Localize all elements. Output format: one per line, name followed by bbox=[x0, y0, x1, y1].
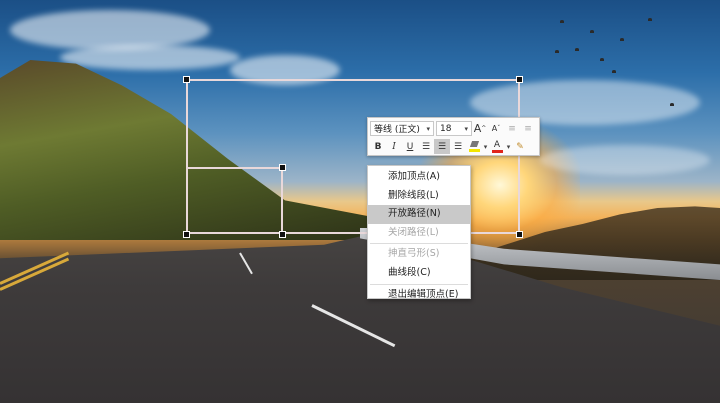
bold-button[interactable]: B bbox=[370, 139, 386, 154]
format-painter-icon[interactable]: ✎ bbox=[512, 139, 528, 154]
bird bbox=[590, 30, 594, 33]
chevron-down-icon: ▾ bbox=[426, 124, 430, 133]
menu-item-add-vertex[interactable]: 添加顶点(A) bbox=[368, 168, 470, 187]
align-right-icon[interactable]: ☰ bbox=[450, 139, 466, 154]
vertex-handle[interactable] bbox=[279, 164, 286, 171]
highlight-pen-icon[interactable] bbox=[466, 139, 482, 154]
bird bbox=[560, 20, 564, 23]
font-size-value: 18 bbox=[440, 123, 452, 134]
bird bbox=[620, 38, 624, 41]
shape-notch-outline[interactable] bbox=[186, 167, 283, 234]
vertex-edit-context-menu: 添加顶点(A) 删除线段(L) 开放路径(N) 关闭路径(L) 抻直弓形(S) … bbox=[367, 165, 471, 300]
cloud bbox=[10, 10, 210, 50]
menu-item-exit-edit-points[interactable]: 退出编辑顶点(E) bbox=[368, 286, 470, 305]
menu-item-close-path: 关闭路径(L) bbox=[388, 226, 439, 238]
numbering-icon[interactable]: ≡ bbox=[520, 121, 536, 136]
vertex-handle[interactable] bbox=[516, 76, 523, 83]
vertex-handle[interactable] bbox=[183, 231, 190, 238]
align-left-icon[interactable]: ☰ bbox=[418, 139, 434, 154]
font-color-icon[interactable]: A bbox=[489, 139, 505, 154]
underline-button[interactable]: U bbox=[402, 139, 418, 154]
bird bbox=[648, 18, 652, 21]
menu-separator bbox=[370, 243, 468, 245]
menu-separator bbox=[370, 283, 468, 285]
toolbar-row-font: 等线 (正文) ▾ 18 ▾ A ^ Aˇ ≡ ≡ bbox=[370, 120, 537, 137]
bird bbox=[600, 58, 604, 61]
menu-item-curved-segment[interactable]: 曲线段(C) bbox=[368, 264, 470, 283]
grow-font-icon[interactable]: A ^ bbox=[472, 121, 488, 136]
cloud bbox=[540, 145, 710, 175]
align-center-icon[interactable]: ☰ bbox=[434, 139, 450, 154]
font-name-dropdown[interactable]: 等线 (正文) ▾ bbox=[370, 121, 434, 136]
vertex-handle[interactable] bbox=[279, 231, 286, 238]
vertex-handle[interactable] bbox=[516, 231, 523, 238]
toolbar-row-format: B I U ☰ ☰ ☰ ▾ A ▾ ✎ bbox=[370, 138, 537, 155]
chevron-down-icon[interactable]: ▾ bbox=[505, 139, 512, 154]
bird bbox=[575, 48, 579, 51]
cloud bbox=[60, 45, 240, 70]
chevron-down-icon: ▾ bbox=[464, 124, 468, 133]
mini-format-toolbar: 等线 (正文) ▾ 18 ▾ A ^ Aˇ ≡ ≡ B I U ☰ ☰ ☰ ▾ A bbox=[367, 117, 540, 156]
bird bbox=[555, 50, 559, 53]
font-name-value: 等线 (正文) bbox=[374, 125, 420, 135]
bird bbox=[612, 70, 616, 73]
chevron-down-icon[interactable]: ▾ bbox=[482, 139, 489, 154]
bullets-icon[interactable]: ≡ bbox=[504, 121, 520, 136]
bird bbox=[670, 103, 674, 106]
italic-button[interactable]: I bbox=[386, 139, 402, 154]
menu-item-open-path[interactable]: 开放路径(N) bbox=[368, 205, 470, 224]
font-size-dropdown[interactable]: 18 ▾ bbox=[436, 121, 472, 136]
vertex-handle[interactable] bbox=[183, 76, 190, 83]
menu-item-delete-segment[interactable]: 删除线段(L) bbox=[368, 187, 470, 206]
shrink-font-icon[interactable]: Aˇ bbox=[488, 121, 504, 136]
menu-item-straighten-arc: 抻直弓形(S) bbox=[388, 248, 440, 260]
